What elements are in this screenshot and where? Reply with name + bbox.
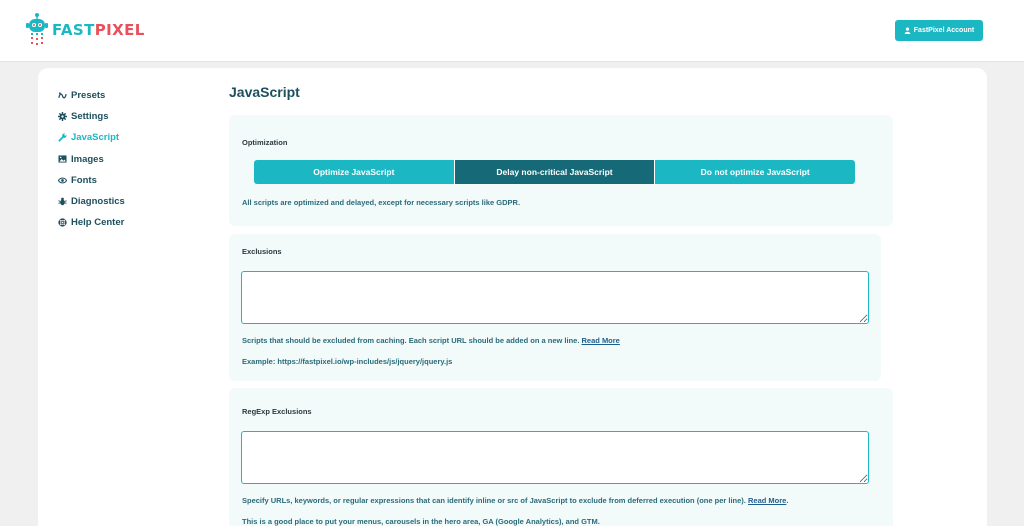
regexp-exclusions-label: RegExp Exclusions xyxy=(242,407,312,416)
optimization-segmented-control: Optimize JavaScript Delay non-critical J… xyxy=(254,160,855,184)
sidebar-item-label: Presets xyxy=(71,90,106,102)
bug-icon xyxy=(58,197,67,206)
octopus-logo-icon xyxy=(26,13,48,45)
exclusions-textarea[interactable] xyxy=(241,271,869,324)
exclusions-example: Example: https://fastpixel.io/wp-include… xyxy=(242,357,453,366)
regexp-exclusions-textarea[interactable] xyxy=(241,431,869,484)
eye-icon xyxy=(58,176,67,185)
optimization-description: All scripts are optimized and delayed, e… xyxy=(242,198,521,207)
fastpixel-account-button[interactable]: FastPixel Account xyxy=(895,20,983,41)
brand-name: FASTPIXEL xyxy=(52,21,145,39)
regexp-exclusions-tip: This is a good place to put your menus, … xyxy=(242,517,600,526)
page-title: JavaScript xyxy=(229,84,300,100)
sidebar-item-diagnostics[interactable]: Diagnostics xyxy=(58,191,125,212)
top-bar: FASTPIXEL FastPixel Account xyxy=(0,0,1024,62)
exclusions-read-more-link[interactable]: Read More xyxy=(582,336,620,345)
regexp-exclusions-read-more-link[interactable]: Read More xyxy=(748,496,786,505)
sidebar-nav: Presets Settings JavaScript Images Fonts… xyxy=(58,85,125,233)
sidebar-item-label: Images xyxy=(71,153,104,165)
exclusions-label: Exclusions xyxy=(242,247,282,256)
sidebar-item-label: Settings xyxy=(71,111,109,123)
exclusions-help: Scripts that should be excluded from cac… xyxy=(242,336,620,345)
sidebar-item-label: JavaScript xyxy=(71,132,120,144)
sidebar-item-help-center[interactable]: Help Center xyxy=(58,212,125,233)
sidebar-item-label: Fonts xyxy=(71,174,97,186)
optimize-javascript-button[interactable]: Optimize JavaScript xyxy=(254,160,454,184)
sidebar-item-presets[interactable]: Presets xyxy=(58,85,125,106)
delay-non-critical-javascript-button[interactable]: Delay non-critical JavaScript xyxy=(453,160,655,184)
sidebar-item-label: Help Center xyxy=(71,217,125,229)
do-not-optimize-javascript-button[interactable]: Do not optimize JavaScript xyxy=(654,160,855,184)
sidebar-item-javascript[interactable]: JavaScript xyxy=(58,127,125,148)
brand-name-part1: FAST xyxy=(52,21,95,39)
sidebar-item-images[interactable]: Images xyxy=(58,149,125,170)
brand-name-part2: PIXEL xyxy=(94,21,145,39)
wrench-icon xyxy=(58,133,67,143)
gear-icon xyxy=(58,112,67,122)
sidebar-item-label: Diagnostics xyxy=(71,196,125,208)
image-icon xyxy=(58,155,67,164)
sidebar-item-settings[interactable]: Settings xyxy=(58,106,125,127)
regexp-exclusions-help: Specify URLs, keywords, or regular expre… xyxy=(242,496,789,505)
presets-icon xyxy=(58,91,67,100)
sidebar-item-fonts[interactable]: Fonts xyxy=(58,170,125,191)
fastpixel-logo[interactable]: FASTPIXEL xyxy=(26,12,145,48)
regexp-exclusions-help-text: Specify URLs, keywords, or regular expre… xyxy=(242,496,746,505)
lifebuoy-icon xyxy=(58,218,67,227)
optimization-label: Optimization xyxy=(242,138,288,147)
user-icon xyxy=(904,27,911,34)
exclusions-help-text: Scripts that should be excluded from cac… xyxy=(242,336,580,345)
account-button-label: FastPixel Account xyxy=(913,27,975,34)
